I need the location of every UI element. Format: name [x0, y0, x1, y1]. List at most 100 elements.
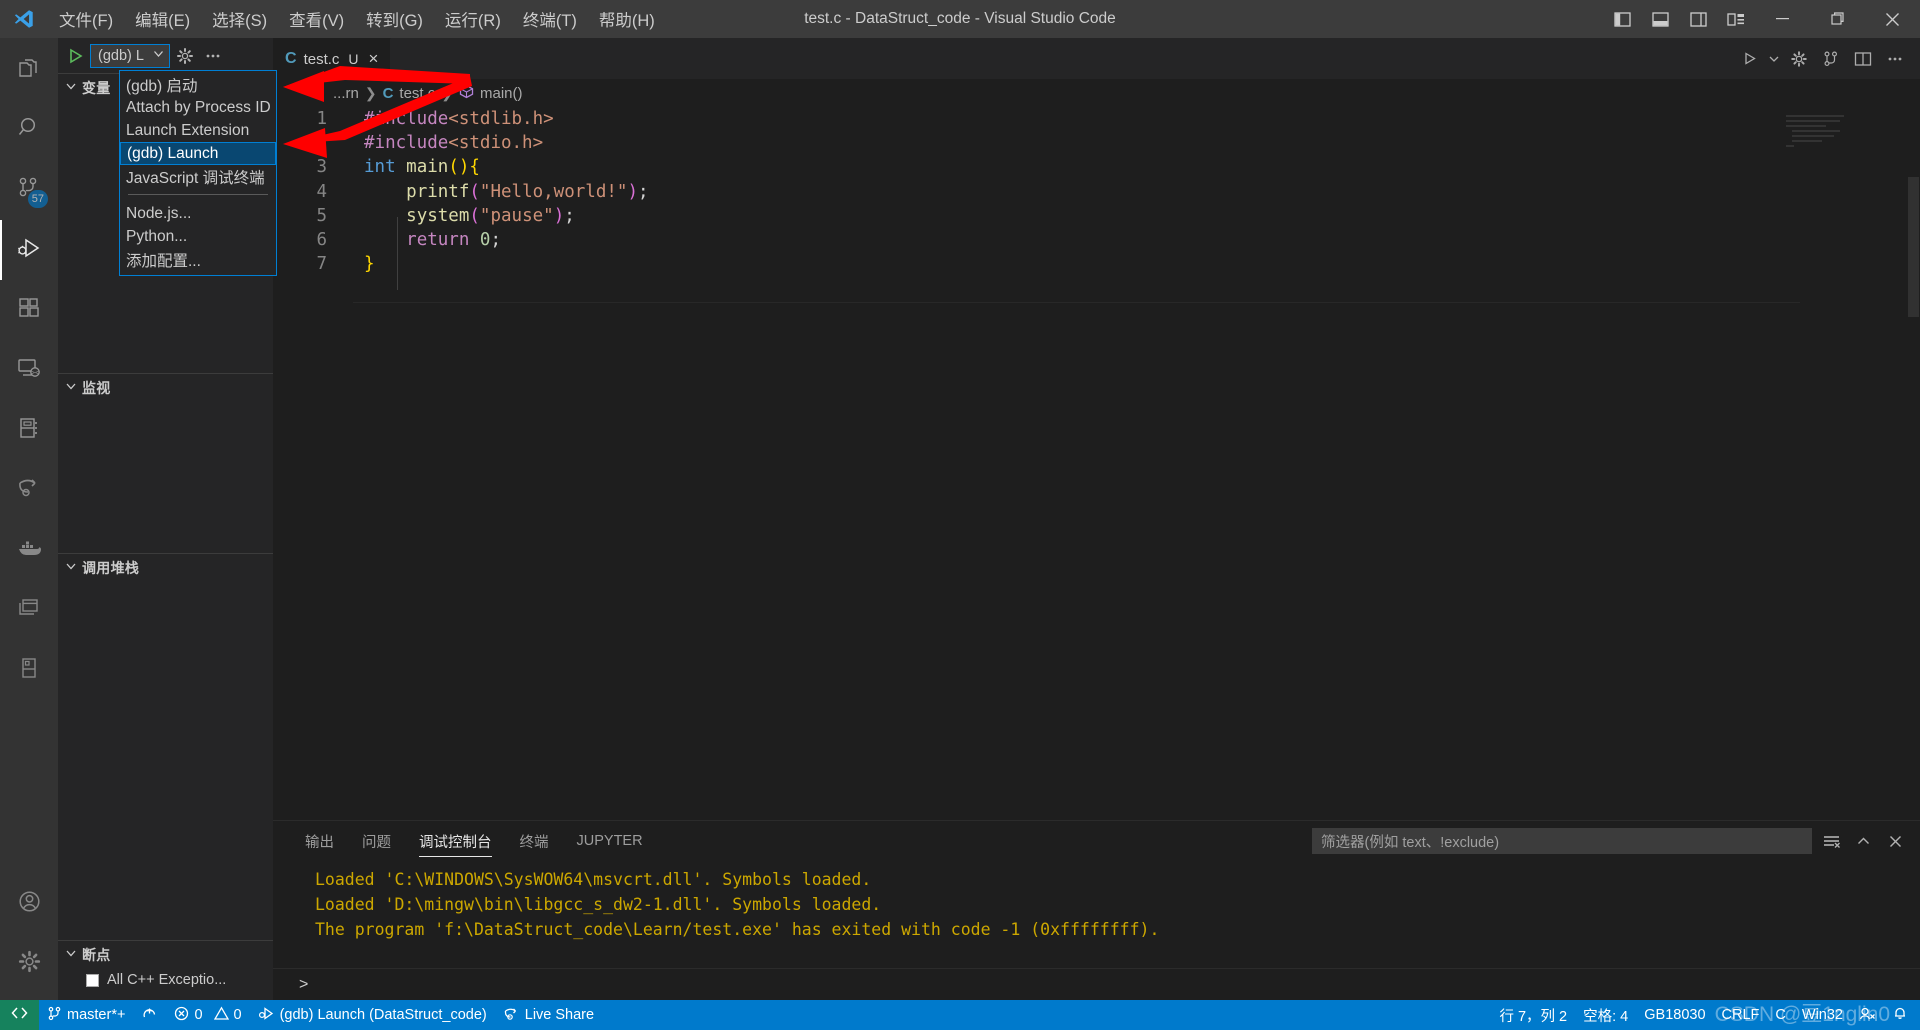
- toggle-primary-sidebar-icon[interactable]: [1603, 0, 1641, 38]
- menu-go[interactable]: 转到(G): [355, 0, 434, 38]
- code-line[interactable]: 1 #include<stdlib.h>: [273, 107, 1920, 131]
- status-live-share[interactable]: Live Share: [495, 1000, 602, 1030]
- activity-item-extensions[interactable]: [0, 280, 58, 340]
- activity-item-source-control[interactable]: 57: [0, 160, 58, 220]
- panel-tab-problems[interactable]: 问题: [348, 821, 405, 861]
- menu-run[interactable]: 运行(R): [434, 0, 512, 38]
- panel-tab-output[interactable]: 输出: [291, 821, 348, 861]
- breakpoint-checkbox[interactable]: [86, 973, 99, 987]
- menu-terminal[interactable]: 终端(T): [512, 0, 588, 38]
- code-line[interactable]: 6 return 0;: [273, 228, 1920, 252]
- start-debugging-icon[interactable]: [62, 43, 88, 69]
- code-lines: 1 #include<stdlib.h> 2 #include<stdio.h> 3 in…: [273, 107, 1920, 276]
- status-feedback[interactable]: [1851, 1000, 1884, 1030]
- menu-file[interactable]: 文件(F): [48, 0, 124, 38]
- menu-help[interactable]: 帮助(H): [588, 0, 666, 38]
- dropdown-item-6[interactable]: Node.js...: [120, 202, 276, 225]
- menu-selection[interactable]: 选择(S): [201, 0, 278, 38]
- breadcrumb-file[interactable]: test.c: [399, 85, 435, 102]
- editor-scrollbar-thumb[interactable]: [1908, 177, 1919, 317]
- minimize-button[interactable]: [1755, 0, 1810, 38]
- activity-item-accounts[interactable]: [0, 874, 58, 934]
- debug-more-actions-icon[interactable]: [200, 43, 226, 69]
- more-actions-icon[interactable]: [1880, 44, 1910, 74]
- code-line[interactable]: 7}: [273, 252, 1920, 276]
- status-errors[interactable]: 0 0: [166, 1000, 249, 1030]
- dropdown-item-7[interactable]: Python...: [120, 225, 276, 248]
- panel-tab-terminal[interactable]: 终端: [506, 821, 563, 861]
- remote-indicator[interactable]: [0, 1000, 39, 1030]
- split-editor-icon[interactable]: [1848, 44, 1878, 74]
- section-breakpoints-header[interactable]: 断点: [58, 941, 273, 968]
- toggle-panel-icon[interactable]: [1641, 0, 1679, 38]
- status-notifications[interactable]: [1884, 1000, 1916, 1030]
- tab-close-icon[interactable]: ×: [369, 49, 379, 69]
- vscode-window: 文件(F) 编辑(E) 选择(S) 查看(V) 转到(G) 运行(R) 终端(T…: [0, 0, 1920, 1030]
- minimap-line: [1792, 135, 1834, 137]
- dropdown-item-8[interactable]: 添加配置...: [120, 248, 276, 271]
- panel-tab-debug-console[interactable]: 调试控制台: [405, 821, 506, 861]
- debug-configuration-select[interactable]: (gdb) L: [90, 43, 170, 68]
- status-platform[interactable]: Win32: [1794, 1000, 1851, 1030]
- debug-console-output[interactable]: Loaded 'C:\WINDOWS\SysWOW64\msvcrt.dll'.…: [273, 861, 1920, 968]
- activity-item-notebook[interactable]: [0, 400, 58, 460]
- chevron-down-icon: [152, 47, 165, 64]
- code-line[interactable]: 3 int main(){: [273, 155, 1920, 179]
- filter-input[interactable]: 筛选器(例如 text、!exclude): [1312, 828, 1812, 854]
- section-callstack: 调用堆栈: [58, 553, 273, 940]
- panel-tab-jupyter[interactable]: JUPYTER: [563, 821, 657, 861]
- activity-item-manage[interactable]: [0, 934, 58, 994]
- menu-edit[interactable]: 编辑(E): [124, 0, 201, 38]
- status-debug-config[interactable]: (gdb) Launch (DataStruct_code): [250, 1000, 495, 1030]
- status-branch[interactable]: master*+: [39, 1000, 133, 1030]
- activity-item-window-manager[interactable]: [0, 580, 58, 640]
- activity-item-remote-explorer[interactable]: ><: [0, 340, 58, 400]
- run-chevron-icon[interactable]: [1766, 44, 1782, 74]
- clear-console-icon[interactable]: [1818, 828, 1844, 854]
- status-cursor-position[interactable]: 行 7，列 2: [1491, 1000, 1575, 1030]
- dropdown-item-0[interactable]: (gdb) 启动: [120, 73, 276, 96]
- open-launch-json-icon[interactable]: [172, 43, 198, 69]
- debug-console-input[interactable]: >: [273, 968, 1920, 1000]
- close-button[interactable]: [1865, 0, 1920, 38]
- code-token: #include: [364, 133, 449, 154]
- source-control-icon[interactable]: [1816, 44, 1846, 74]
- toggle-secondary-sidebar-icon[interactable]: [1679, 0, 1717, 38]
- activity-item-docker[interactable]: [0, 520, 58, 580]
- status-sync[interactable]: [133, 1000, 166, 1030]
- chevron-down-icon: [64, 79, 78, 96]
- editor-scrollbar[interactable]: [1906, 107, 1920, 820]
- run-icon[interactable]: [1734, 44, 1764, 74]
- code-line[interactable]: 2 #include<stdio.h>: [273, 131, 1920, 155]
- minimap[interactable]: [1786, 115, 1906, 185]
- dropdown-item-1[interactable]: Attach by Process ID: [120, 96, 276, 119]
- chevron-up-icon[interactable]: [1850, 828, 1876, 854]
- tab-test-c[interactable]: C test.c U ×: [273, 38, 392, 79]
- status-language-mode[interactable]: C: [1767, 1000, 1793, 1030]
- maximize-button[interactable]: [1810, 0, 1865, 38]
- close-panel-icon[interactable]: [1882, 828, 1908, 854]
- dropdown-item-3[interactable]: (gdb) Launch: [120, 142, 276, 165]
- activity-item-todo[interactable]: [0, 640, 58, 700]
- section-callstack-header[interactable]: 调用堆栈: [58, 554, 273, 581]
- activity-item-explorer[interactable]: [0, 40, 58, 100]
- status-encoding[interactable]: GB18030: [1636, 1000, 1713, 1030]
- code-line[interactable]: 5 system("pause");: [273, 204, 1920, 228]
- activity-item-live-share[interactable]: [0, 460, 58, 520]
- activity-item-search[interactable]: [0, 100, 58, 160]
- code-line[interactable]: 4 printf("Hello,world!");: [273, 180, 1920, 204]
- menu-view[interactable]: 查看(V): [278, 0, 355, 38]
- customize-layout-icon[interactable]: [1717, 0, 1755, 38]
- status-indentation[interactable]: 空格: 4: [1575, 1000, 1636, 1030]
- status-eol[interactable]: CRLF: [1714, 1000, 1768, 1030]
- breakpoint-row[interactable]: All C++ Exceptio...: [58, 968, 273, 988]
- breadcrumb-symbol[interactable]: main(): [480, 85, 523, 102]
- debug-configuration-dropdown[interactable]: (gdb) 启动 Attach by Process ID Launch Exten…: [119, 70, 277, 276]
- breadcrumb-folder[interactable]: ...rn: [333, 85, 359, 102]
- gear-icon[interactable]: [1784, 44, 1814, 74]
- activity-item-run-and-debug[interactable]: [0, 220, 58, 280]
- dropdown-item-2[interactable]: Launch Extension: [120, 119, 276, 142]
- section-watch-header[interactable]: 监视: [58, 374, 273, 401]
- code-editor[interactable]: 1 #include<stdlib.h> 2 #include<stdio.h> 3 in…: [273, 107, 1920, 820]
- dropdown-item-4[interactable]: JavaScript 调试终端: [120, 165, 276, 188]
